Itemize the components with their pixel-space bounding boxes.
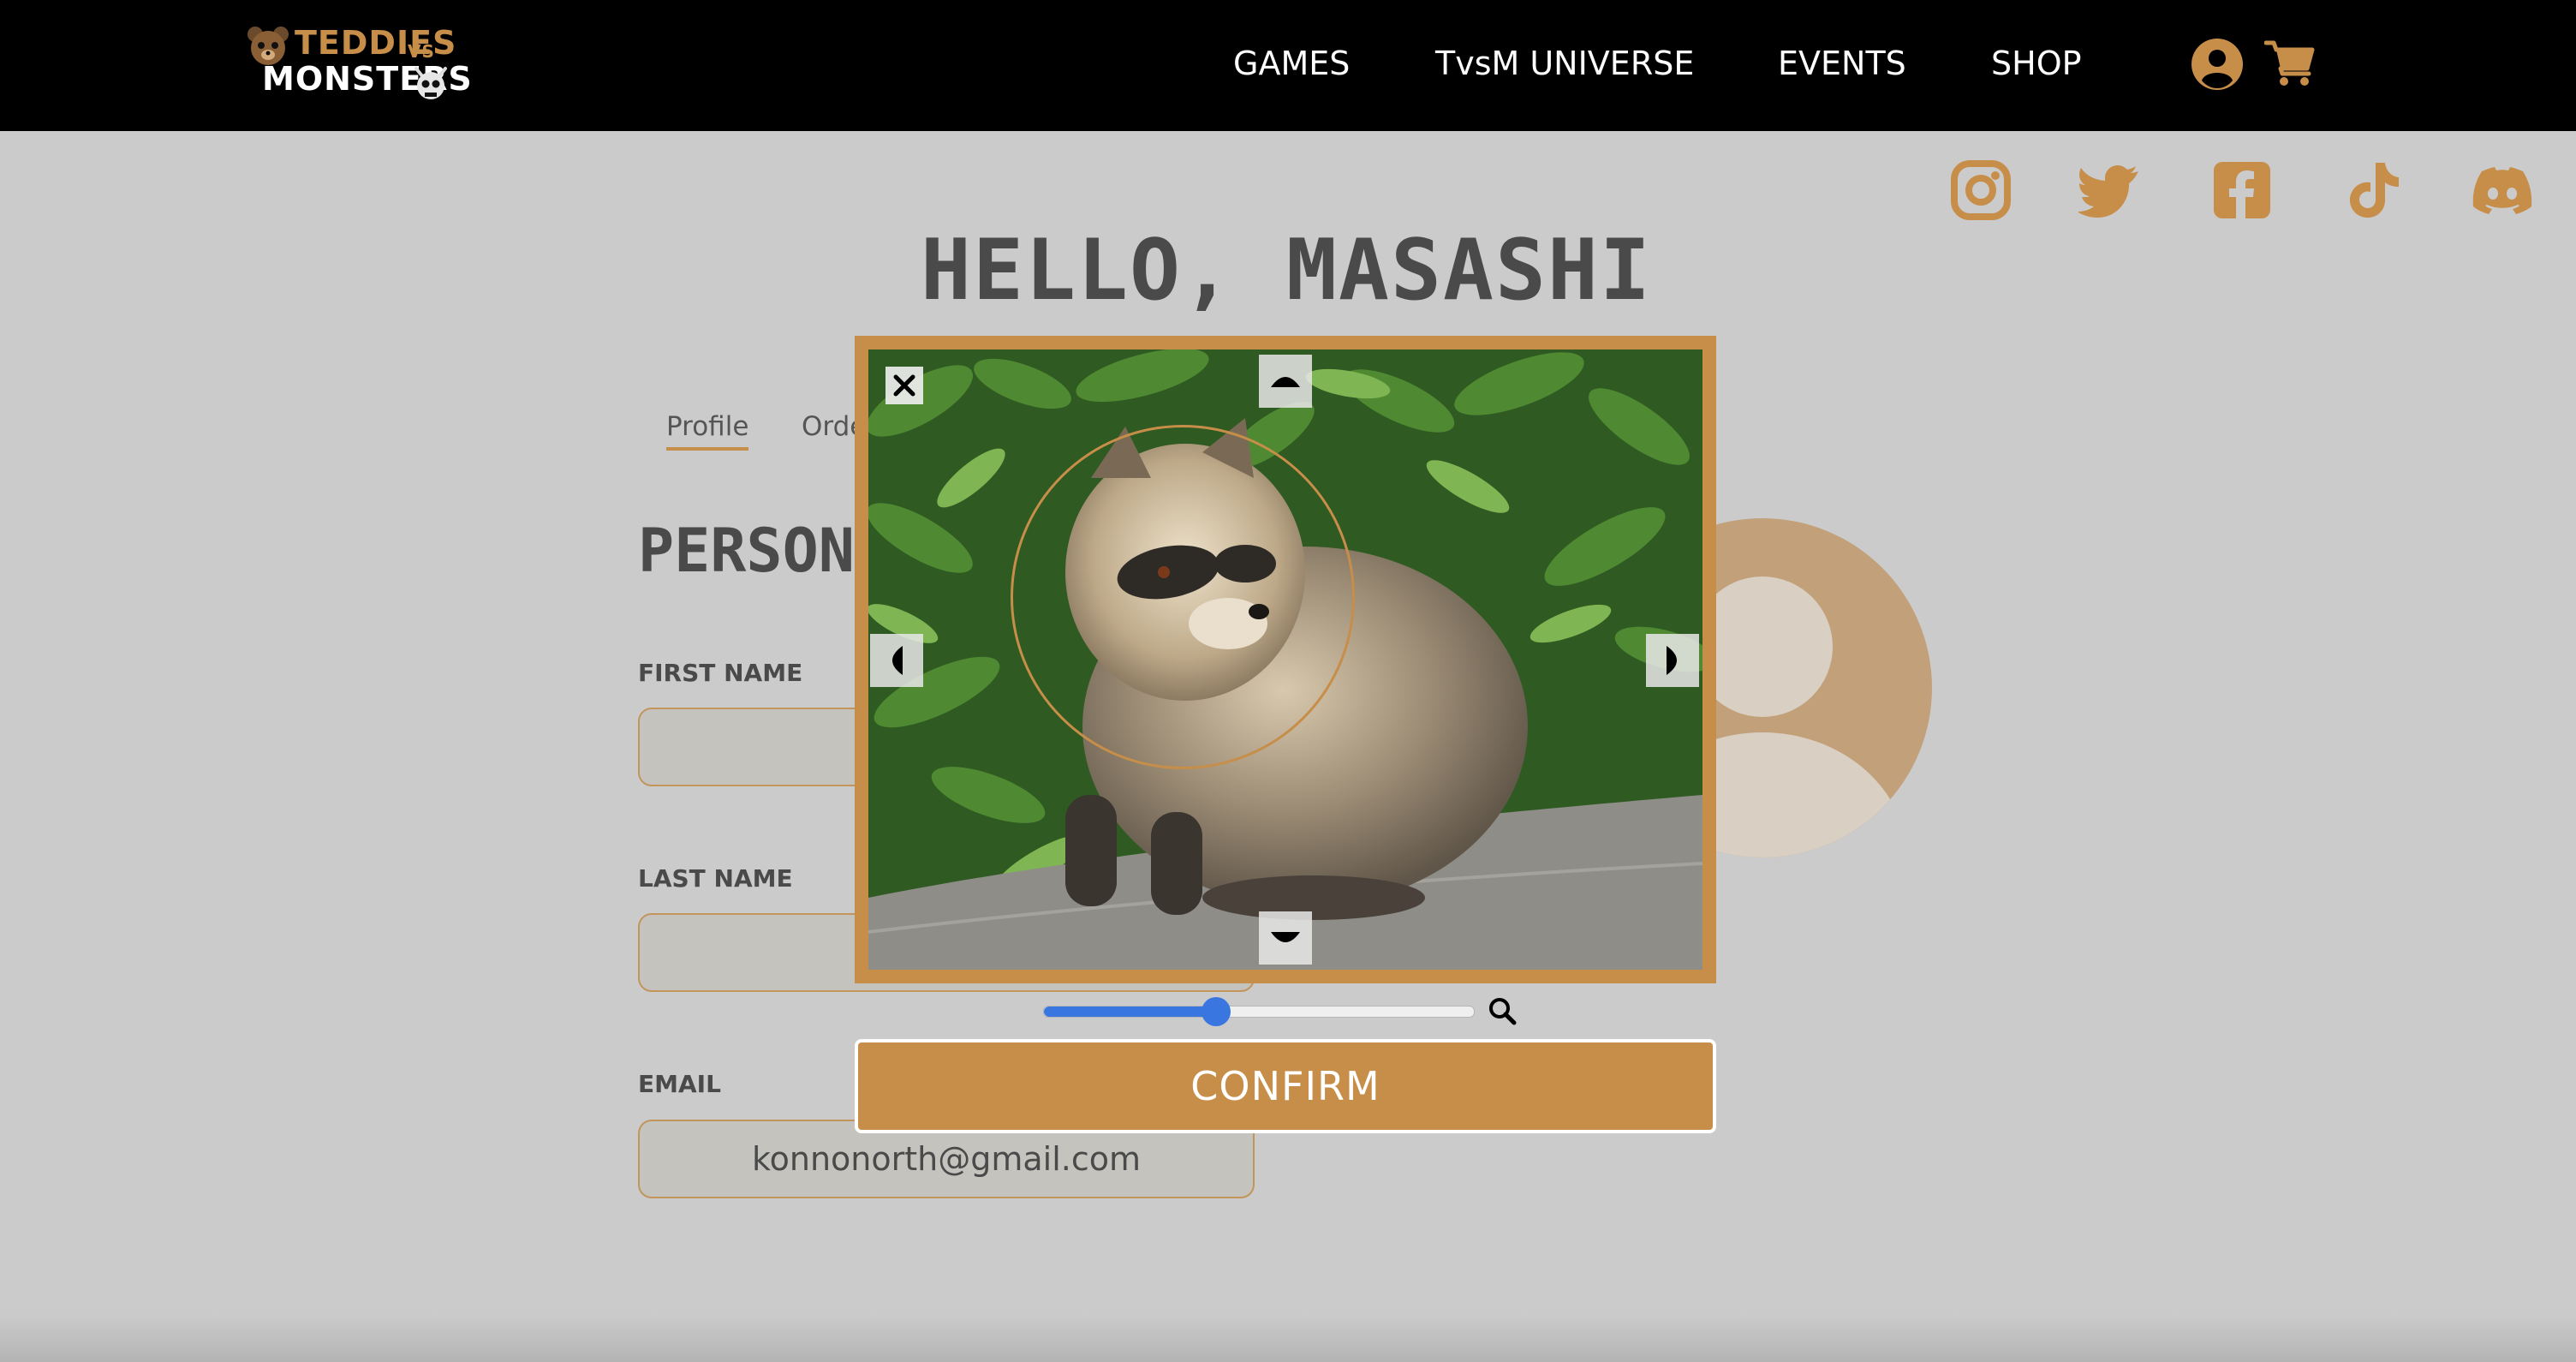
zoom-icon: [1489, 998, 1517, 1025]
twitter-icon[interactable]: [2078, 159, 2140, 221]
move-down-button[interactable]: [1259, 911, 1312, 965]
arrow-right-icon: [1667, 646, 1677, 675]
bottom-fade: [0, 1314, 2576, 1362]
tab-profile[interactable]: Profile: [666, 409, 749, 451]
zoom-slider[interactable]: [1043, 997, 1475, 1026]
move-right-button[interactable]: [1646, 634, 1699, 687]
section-title-personal: PERSONA: [638, 516, 891, 586]
cart-icon[interactable]: [2264, 38, 2316, 87]
close-icon: [893, 374, 915, 397]
arrow-down-icon: [1271, 932, 1300, 942]
tiktok-icon[interactable]: [2341, 159, 2403, 221]
nav-games[interactable]: GAMES: [1233, 43, 1350, 84]
email-label: EMAIL: [638, 1070, 721, 1098]
greeting-heading: HELLO, MASASHI: [920, 222, 1652, 320]
confirm-button[interactable]: CONFIRM: [855, 1039, 1716, 1133]
monster-skull-icon: [414, 67, 447, 99]
top-nav-bar: TEDDIES VS MONSTERS GAMES TvsM UNIVERSE …: [0, 0, 2576, 131]
image-cropper[interactable]: [855, 336, 1716, 983]
instagram-icon[interactable]: [1950, 159, 2012, 221]
zoom-slider-thumb[interactable]: [1201, 997, 1231, 1026]
nav-events[interactable]: EVENTS: [1778, 43, 1906, 84]
zoom-slider-fill: [1044, 1007, 1216, 1017]
teddies-vs-monsters-logo[interactable]: TEDDIES VS MONSTERS: [245, 24, 472, 103]
arrow-up-icon: [1271, 377, 1300, 387]
account-icon[interactable]: [2191, 38, 2244, 91]
cropper-close-button[interactable]: [886, 367, 923, 404]
discord-icon[interactable]: [2472, 159, 2533, 221]
arrow-left-icon: [892, 646, 903, 675]
move-left-button[interactable]: [870, 634, 923, 687]
crop-selection-circle[interactable]: [1011, 425, 1355, 769]
nav-shop[interactable]: SHOP: [1991, 43, 2082, 84]
nav-tvsm-universe[interactable]: TvsM UNIVERSE: [1435, 43, 1694, 84]
facebook-icon[interactable]: [2211, 159, 2273, 221]
first-name-label: FIRST NAME: [638, 659, 803, 687]
last-name-label: LAST NAME: [638, 864, 793, 893]
move-up-button[interactable]: [1259, 355, 1312, 408]
